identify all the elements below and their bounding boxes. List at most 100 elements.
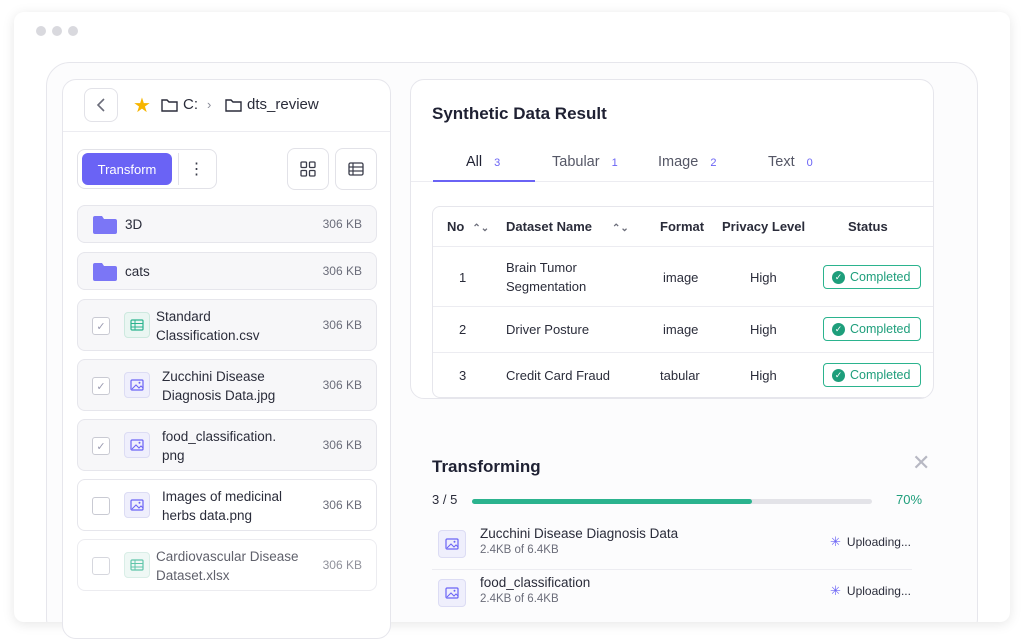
file-size: 306 KB <box>322 378 362 392</box>
file-name: 3D <box>125 217 143 232</box>
file-checkbox[interactable]: ✓ <box>92 437 110 455</box>
cell-privacy: High <box>750 368 777 383</box>
breadcrumb-folder[interactable]: dts_review <box>225 96 319 113</box>
cell-privacy: High <box>750 270 777 285</box>
file-size: 306 KB <box>322 264 362 278</box>
spinner-icon: ✳ <box>830 534 841 549</box>
tab-all[interactable]: All 3 <box>466 154 500 170</box>
status-badge: ✓ Completed <box>823 363 921 387</box>
file-name: Cardiovascular Disease Dataset.xlsx <box>156 549 299 583</box>
tab-label: Tabular <box>552 154 600 170</box>
folder-icon <box>93 263 117 281</box>
progress-count: 3 / 5 <box>432 492 458 507</box>
column-label: Dataset Name <box>506 219 592 234</box>
image-file-icon <box>124 372 150 398</box>
result-title: Synthetic Data Result <box>432 104 607 123</box>
window-dot[interactable] <box>68 26 78 36</box>
file-row[interactable]: Images of medicinal herbs data.png 306 K… <box>77 479 377 531</box>
table-row[interactable]: 3 Credit Card Fraud tabular High ✓ Comple… <box>433 353 933 398</box>
folder-icon <box>161 98 178 112</box>
list-view-button[interactable] <box>335 148 377 190</box>
tab-text[interactable]: Text 0 <box>768 154 813 170</box>
spinner-icon: ✳ <box>830 583 841 598</box>
list-icon <box>348 162 364 176</box>
file-browser-panel: ★ C: › dts_review Transform ⋮ 3D 306 KB … <box>62 79 391 639</box>
status-badge: ✓ Completed <box>823 317 921 341</box>
window-controls <box>36 26 78 36</box>
folder-row[interactable]: cats 306 KB <box>77 252 377 290</box>
cell-name: Driver Posture <box>506 322 590 337</box>
cell-name: Brain Tumor Segmentation <box>506 260 587 294</box>
grid-view-button[interactable] <box>287 148 329 190</box>
chevron-right-icon: › <box>207 97 212 112</box>
file-row[interactable]: Cardiovascular Disease Dataset.xlsx 306 … <box>77 539 377 591</box>
tab-image[interactable]: Image 2 <box>658 154 716 170</box>
transform-button[interactable]: Transform <box>82 153 172 185</box>
file-size: 306 KB <box>322 558 362 572</box>
column-label: No <box>447 219 465 234</box>
sort-icon[interactable]: ⌃⌄ <box>612 223 629 234</box>
close-icon[interactable]: ✕ <box>912 450 930 476</box>
grid-icon <box>300 161 316 177</box>
upload-item: Zucchini Disease Diagnosis Data 2.4KB of… <box>432 524 912 570</box>
progress-fill <box>472 499 752 504</box>
sort-icon[interactable]: ⌃⌄ <box>472 223 489 234</box>
window-dot[interactable] <box>36 26 46 36</box>
file-name: cats <box>125 264 150 279</box>
cell-format: image <box>663 322 699 337</box>
check-circle-icon: ✓ <box>832 368 845 382</box>
tab-count: 3 <box>494 157 501 169</box>
image-file-icon <box>124 432 150 458</box>
column-header-no[interactable]: No ⌃⌄ <box>447 219 489 234</box>
column-header-name[interactable]: Dataset Name ⌃⌄ <box>506 219 629 234</box>
breadcrumb-folder-label: dts_review <box>247 96 319 113</box>
result-tabs: All 3 Tabular 1 Image 2 Text 0 <box>411 144 933 182</box>
file-size: 306 KB <box>322 217 362 231</box>
back-button[interactable] <box>84 88 118 122</box>
check-circle-icon: ✓ <box>832 270 845 284</box>
column-header-privacy: Privacy Level <box>722 219 806 234</box>
upload-status: ✳ Uploading... <box>830 583 911 599</box>
tab-count: 2 <box>710 157 717 169</box>
column-header-status: Status <box>848 219 888 234</box>
file-name: Zucchini Disease Diagnosis Data.jpg <box>162 369 276 403</box>
table-header: No ⌃⌄ Dataset Name ⌃⌄ Format Privacy Level… <box>433 207 933 247</box>
upload-item: food_classification 2.4KB of 6.4KB ✳ Uplo… <box>432 573 912 619</box>
table-row[interactable]: 2 Driver Posture image High ✓ Completed <box>433 307 933 353</box>
file-name: food_classification. png <box>162 429 277 463</box>
progress-percent: 70% <box>896 492 923 507</box>
star-icon[interactable]: ★ <box>133 93 151 118</box>
spreadsheet-icon <box>124 552 150 578</box>
tab-tabular[interactable]: Tabular 1 <box>552 154 618 170</box>
window-dot[interactable] <box>52 26 62 36</box>
file-checkbox[interactable]: ✓ <box>92 317 110 335</box>
table-row[interactable]: 1 Brain Tumor Segmentation image High ✓ C… <box>433 248 933 307</box>
file-checkbox[interactable] <box>92 497 110 515</box>
action-toolbar: Transform ⋮ <box>77 149 217 189</box>
result-panel: Synthetic Data Result All 3 Tabular 1 Imag… <box>410 79 934 399</box>
folder-row[interactable]: 3D 306 KB <box>77 205 377 243</box>
tab-label: Image <box>658 154 699 170</box>
file-size: 306 KB <box>322 438 362 452</box>
cell-privacy: High <box>750 322 777 337</box>
file-row[interactable]: ✓ food_classification. png 306 KB <box>77 419 377 471</box>
file-row[interactable]: ✓ Standard Classification.csv 306 KB <box>77 299 377 351</box>
upload-file-size: 2.4KB of 6.4KB <box>480 544 559 556</box>
active-tab-indicator <box>433 180 535 182</box>
spreadsheet-icon <box>124 312 150 338</box>
check-circle-icon: ✓ <box>832 322 845 336</box>
upload-status: ✳ Uploading... <box>830 534 911 550</box>
file-checkbox[interactable] <box>92 557 110 575</box>
breadcrumb-drive[interactable]: C: <box>161 96 198 113</box>
tab-label: All <box>466 154 483 170</box>
more-options-button[interactable]: ⋮ <box>178 153 214 185</box>
image-file-icon <box>438 579 466 607</box>
progress-bar <box>472 499 872 504</box>
cell-name: Credit Card Fraud <box>506 368 611 383</box>
file-checkbox[interactable]: ✓ <box>92 377 110 395</box>
folder-icon <box>93 216 117 234</box>
tab-count: 0 <box>806 157 813 169</box>
chevron-left-icon <box>96 98 105 112</box>
file-row[interactable]: ✓ Zucchini Disease Diagnosis Data.jpg 30… <box>77 359 377 411</box>
cell-no: 1 <box>459 270 467 285</box>
